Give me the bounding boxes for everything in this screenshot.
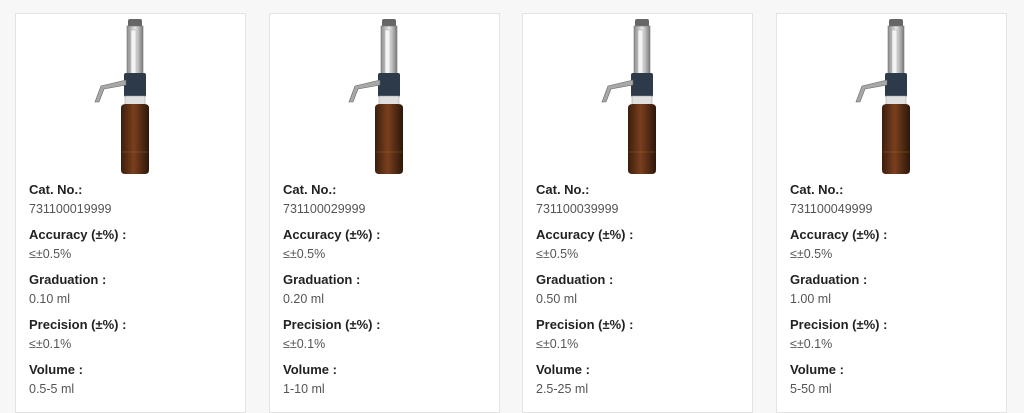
spec-value: 5-50 ml — [790, 382, 832, 396]
spec-value: ≤±0.5% — [283, 247, 326, 261]
spec-volume: Volume : 1-10 ml — [283, 362, 491, 397]
spec-accuracy: Accuracy (±%) : ≤±0.5% — [536, 227, 744, 262]
spec-value: 0.10 ml — [29, 292, 70, 306]
spec-value: 731100019999 — [29, 202, 112, 216]
product-grid: Cat. No.: 731100019999 Accuracy (±%) : ≤±0… — [0, 0, 1024, 413]
spec-label: Accuracy (±%) : — [790, 227, 888, 242]
spec-accuracy: Accuracy (±%) : ≤±0.5% — [790, 227, 998, 262]
spec-value: ≤±0.5% — [790, 247, 833, 261]
spec-value: ≤±0.1% — [790, 337, 833, 351]
spec-label: Precision (±%) : — [29, 317, 127, 332]
spec-value: 2.5-25 ml — [536, 382, 589, 396]
spec-label: Accuracy (±%) : — [536, 227, 634, 242]
product-card[interactable]: Cat. No.: 731100019999 Accuracy (±%) : ≤±0… — [15, 13, 246, 413]
spec-graduation: Graduation : 0.20 ml — [283, 272, 491, 307]
spec-label: Precision (±%) : — [283, 317, 381, 332]
spec-value: 0.5-5 ml — [29, 382, 75, 396]
spec-label: Cat. No.: — [536, 182, 590, 197]
spec-list: Cat. No.: 731100049999 Accuracy (±%) : ≤±0… — [790, 182, 998, 407]
bottle-top-dispenser-icon — [855, 19, 910, 174]
product-card[interactable]: Cat. No.: 731100029999 Accuracy (±%) : ≤±0… — [269, 13, 500, 413]
spec-label: Accuracy (±%) : — [29, 227, 127, 242]
spec-label: Cat. No.: — [790, 182, 844, 197]
spec-value: 731100039999 — [536, 202, 619, 216]
product-image[interactable] — [777, 18, 1006, 176]
spec-value: ≤±0.1% — [536, 337, 579, 351]
spec-label: Precision (±%) : — [536, 317, 634, 332]
spec-label: Graduation : — [536, 272, 614, 287]
spec-value: 731100049999 — [790, 202, 873, 216]
spec-value: ≤±0.5% — [536, 247, 579, 261]
spec-volume: Volume : 0.5-5 ml — [29, 362, 237, 397]
spec-precision: Precision (±%) : ≤±0.1% — [29, 317, 237, 352]
spec-precision: Precision (±%) : ≤±0.1% — [790, 317, 998, 352]
bottle-top-dispenser-icon — [94, 19, 149, 174]
spec-graduation: Graduation : 0.50 ml — [536, 272, 744, 307]
spec-label: Volume : — [790, 362, 844, 377]
spec-label: Precision (±%) : — [790, 317, 888, 332]
spec-value: 0.20 ml — [283, 292, 324, 306]
spec-graduation: Graduation : 1.00 ml — [790, 272, 998, 307]
spec-value: 731100029999 — [283, 202, 366, 216]
spec-label: Graduation : — [790, 272, 868, 287]
spec-value: 1.00 ml — [790, 292, 831, 306]
spec-cat-no: Cat. No.: 731100049999 — [790, 182, 998, 217]
spec-accuracy: Accuracy (±%) : ≤±0.5% — [29, 227, 237, 262]
bottle-top-dispenser-icon — [348, 19, 403, 174]
spec-volume: Volume : 2.5-25 ml — [536, 362, 744, 397]
spec-cat-no: Cat. No.: 731100039999 — [536, 182, 744, 217]
spec-accuracy: Accuracy (±%) : ≤±0.5% — [283, 227, 491, 262]
spec-label: Volume : — [536, 362, 590, 377]
spec-value: ≤±0.1% — [283, 337, 326, 351]
spec-list: Cat. No.: 731100019999 Accuracy (±%) : ≤±0… — [29, 182, 237, 407]
product-image[interactable] — [270, 18, 499, 176]
product-image[interactable] — [16, 18, 245, 176]
spec-label: Graduation : — [283, 272, 361, 287]
spec-precision: Precision (±%) : ≤±0.1% — [283, 317, 491, 352]
spec-graduation: Graduation : 0.10 ml — [29, 272, 237, 307]
spec-cat-no: Cat. No.: 731100019999 — [29, 182, 237, 217]
product-image[interactable] — [523, 18, 752, 176]
spec-label: Accuracy (±%) : — [283, 227, 381, 242]
spec-cat-no: Cat. No.: 731100029999 — [283, 182, 491, 217]
spec-label: Volume : — [283, 362, 337, 377]
spec-list: Cat. No.: 731100029999 Accuracy (±%) : ≤±0… — [283, 182, 491, 407]
bottle-top-dispenser-icon — [601, 19, 656, 174]
spec-label: Cat. No.: — [283, 182, 337, 197]
spec-label: Graduation : — [29, 272, 107, 287]
spec-volume: Volume : 5-50 ml — [790, 362, 998, 397]
spec-value: ≤±0.5% — [29, 247, 72, 261]
spec-value: 1-10 ml — [283, 382, 325, 396]
spec-precision: Precision (±%) : ≤±0.1% — [536, 317, 744, 352]
product-card[interactable]: Cat. No.: 731100039999 Accuracy (±%) : ≤±0… — [522, 13, 753, 413]
spec-list: Cat. No.: 731100039999 Accuracy (±%) : ≤±0… — [536, 182, 744, 407]
spec-label: Volume : — [29, 362, 83, 377]
product-card[interactable]: Cat. No.: 731100049999 Accuracy (±%) : ≤±0… — [776, 13, 1007, 413]
spec-value: 0.50 ml — [536, 292, 577, 306]
spec-label: Cat. No.: — [29, 182, 83, 197]
spec-value: ≤±0.1% — [29, 337, 72, 351]
